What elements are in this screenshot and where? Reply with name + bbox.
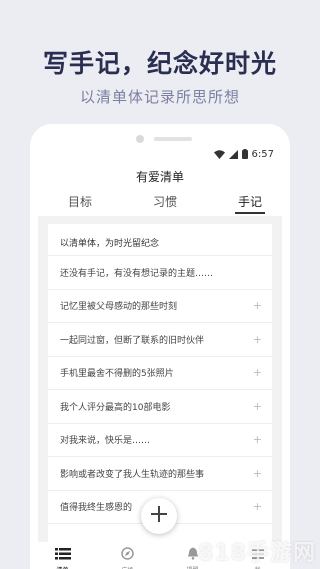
plus-icon [150,505,168,527]
status-time: 6:57 [251,148,274,160]
nav-item-square[interactable]: 广场 [108,545,148,569]
promo-subline: 以清单体记录所思所想 [79,88,240,106]
notes-card: 以清单体，为时光留纪念 还没有手记，有没有想记录的主题…… 记忆里被父母感动的那些… [48,224,272,544]
nav-label-list: 清单 [56,565,68,569]
signal-icon [228,149,238,159]
list-item-text: 还没有手记，有没有想记录的主题…… [60,268,214,279]
list-item[interactable]: 还没有手记，有没有想记录的主题…… [48,256,272,290]
list-item-text: 对我来说，快乐是…… [60,436,151,447]
list-item-text: 影响或者改变了我人生轨迹的那些事 [60,469,205,480]
add-item-button[interactable]: + [253,400,262,413]
phone-camera [136,135,144,143]
status-bar: 6:57 [213,147,274,161]
add-item-button[interactable]: + [253,333,262,346]
list-item-text: 手机里最舍不得删的5张照片 [60,369,174,380]
tab-notes[interactable]: 手记 [234,194,266,214]
add-note-button[interactable] [141,498,177,534]
battery-icon [241,149,248,159]
phone-mockup: 6:57 有爱清单 目标 习惯 手记 以清单体，为时光留纪念 还没有手记，有没有… [30,124,290,569]
tab-goals[interactable]: 目标 [68,194,92,214]
list-icon [54,545,71,564]
nav-label-remind: 提醒 [186,565,198,569]
nav-label-square: 广场 [121,565,133,569]
list-item[interactable]: 影响或者改变了我人生轨迹的那些事 + [48,457,272,491]
bell-icon [187,545,199,564]
list-item-text: 我个人评分最高的10部电影 [60,402,171,413]
list-item[interactable]: 一起同过窗，但断了联系的旧时伙伴 + [48,323,272,357]
add-item-button[interactable]: + [253,366,262,379]
list-item[interactable]: 我个人评分最高的10部电影 + [48,390,272,424]
compass-icon [121,545,134,564]
phone-speaker [154,137,192,141]
tab-bar: 目标 习惯 手记 [30,194,290,214]
promo-headline: 写手记，纪念好时光 [42,49,277,78]
list-item-text: 一起同过窗，但断了联系的旧时伙伴 [60,335,205,346]
add-item-button[interactable]: + [253,500,262,513]
add-item-button[interactable]: + [253,433,262,446]
nav-item-list[interactable]: 清单 [43,545,83,569]
card-header: 以清单体，为时光留纪念 [48,224,272,256]
tab-habits[interactable]: 习惯 [153,194,177,214]
add-item-button[interactable]: + [253,467,262,480]
list-item[interactable]: 手机里最舍不得删的5张照片 + [48,357,272,390]
list-item[interactable]: 对我来说，快乐是…… + [48,424,272,457]
app-title: 有爱清单 [135,170,184,184]
list-item-text: 值得我终生感恩的 [60,503,133,514]
list-item[interactable]: 记忆里被父母感动的那些时刻 + [48,290,272,323]
site-watermark: 818手游网 [198,541,316,566]
list-item-text: 记忆里被父母感动的那些时刻 [60,302,178,313]
wifi-icon [213,149,225,159]
add-item-button[interactable]: + [253,299,262,312]
